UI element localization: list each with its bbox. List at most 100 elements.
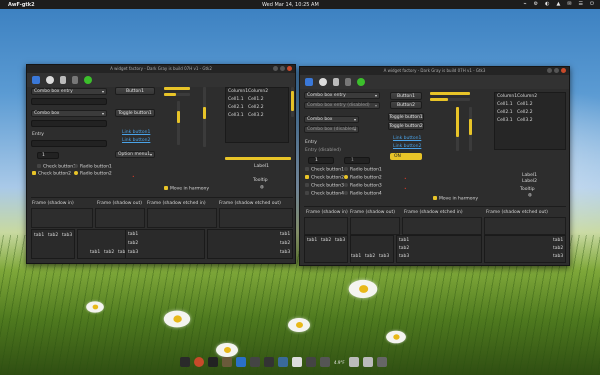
combo-box-entry[interactable]: Combo box entry <box>304 92 380 99</box>
radio-button-2[interactable]: Radio button2 <box>74 171 112 177</box>
tab[interactable]: tab2 <box>553 246 563 251</box>
hscale-2[interactable] <box>430 98 470 101</box>
tab[interactable]: tab3 <box>553 254 563 259</box>
tab[interactable]: tab3 <box>335 238 345 243</box>
column-header-1[interactable]: Column1 <box>228 89 248 94</box>
menu-icon[interactable]: ☰ <box>579 1 583 7</box>
tab[interactable]: tab2 <box>365 254 375 259</box>
weather-label[interactable]: 4.9°F <box>334 360 345 365</box>
cell[interactable]: Cell2.1 <box>228 105 244 110</box>
trash-icon[interactable] <box>376 357 387 367</box>
column-header-2[interactable]: Column2 <box>248 89 268 94</box>
tree-view[interactable]: Column1 Column2 Cell1.1 Cell1.2 Cell2.1 … <box>494 92 566 150</box>
refresh-icon[interactable] <box>46 76 54 84</box>
mail-icon[interactable] <box>264 357 274 367</box>
hscale-2[interactable] <box>164 93 190 96</box>
network-icon[interactable]: ⌁ <box>524 1 527 7</box>
close-icon[interactable] <box>561 68 566 73</box>
tab[interactable]: tab2 <box>104 250 114 255</box>
tab[interactable]: tab3 <box>128 250 138 255</box>
tab[interactable]: tab1 <box>128 232 138 237</box>
cell[interactable]: Cell3.1 <box>497 118 513 123</box>
forward-icon[interactable] <box>72 76 78 84</box>
link-button1[interactable]: Link button1 <box>393 136 421 141</box>
window-titlebar[interactable]: A widget factory - Dark Gray is build 07… <box>27 65 295 73</box>
toggle-button1[interactable]: Toggle button1 <box>388 113 424 121</box>
run-icon[interactable] <box>357 78 365 86</box>
tab[interactable]: tab1 <box>280 232 290 237</box>
info-icon[interactable] <box>362 357 373 367</box>
clock[interactable]: Wed Mar 14, 10:25 AM <box>262 2 319 8</box>
column-header-1[interactable]: Column1 <box>497 94 517 99</box>
radio-button-2[interactable]: Radio button2 <box>344 175 382 181</box>
tab[interactable]: tab1 <box>34 233 44 238</box>
vscale-1[interactable] <box>177 101 180 145</box>
vscale-2[interactable] <box>469 107 472 151</box>
check-button-2[interactable]: Check button2 <box>305 175 344 181</box>
help-icon[interactable] <box>348 357 359 367</box>
vscale-2[interactable] <box>203 87 206 147</box>
check-button-1[interactable]: Check button1 <box>305 167 344 173</box>
mail-icon[interactable]: ✉ <box>567 1 571 7</box>
cell[interactable]: Cell1.2 <box>517 102 533 107</box>
tab[interactable]: tab1 <box>351 254 361 259</box>
check-button-1[interactable]: Check button1 <box>37 164 76 170</box>
switch-on[interactable]: ON <box>390 153 422 160</box>
button1[interactable]: Button1 <box>115 87 155 95</box>
upload-icon[interactable]: ▲ <box>556 1 560 7</box>
cell[interactable]: Cell1.1 <box>497 102 513 107</box>
column-header-2[interactable]: Column2 <box>517 94 537 99</box>
browser-icon[interactable] <box>236 357 246 367</box>
link-button1[interactable]: Link button1 <box>122 130 150 135</box>
minimize-icon[interactable] <box>547 68 552 73</box>
combo-entry-field[interactable] <box>31 98 107 105</box>
tab[interactable]: tab1 <box>307 238 317 243</box>
combo-box-entry[interactable]: Combo box entry <box>31 88 107 95</box>
active-app-name[interactable]: AwF-gtk2 <box>8 2 35 8</box>
back-icon[interactable] <box>333 78 339 86</box>
entry-field[interactable] <box>31 140 107 147</box>
radio-button-1[interactable]: Radio button1 <box>74 164 112 170</box>
toggle-button2[interactable]: Toggle button2 <box>388 122 424 130</box>
settings-icon[interactable]: ⚙ <box>534 1 538 7</box>
tab[interactable]: tab2 <box>399 246 409 251</box>
refresh-icon[interactable] <box>319 78 327 86</box>
tab[interactable]: tab3 <box>280 250 290 255</box>
button1[interactable]: Button1 <box>390 92 422 100</box>
power-icon[interactable]: ⏻ <box>590 1 594 7</box>
vscale-1[interactable] <box>456 107 459 151</box>
display-icon[interactable]: ◐ <box>545 1 549 7</box>
check-button-2[interactable]: Check button2 <box>32 171 71 177</box>
tab[interactable]: tab1 <box>399 238 409 243</box>
cell[interactable]: Cell3.2 <box>248 113 264 118</box>
document-icon[interactable] <box>292 357 302 367</box>
scrollbar-v[interactable] <box>291 87 294 117</box>
radio-button-1[interactable]: Radio button1 <box>344 167 382 173</box>
tab[interactable]: tab3 <box>399 254 409 259</box>
combo-box[interactable]: Combo box <box>304 116 359 123</box>
cell[interactable]: Cell1.2 <box>248 97 264 102</box>
photos-icon[interactable] <box>250 357 260 367</box>
window-titlebar[interactable]: A widget factory - Dark Gray is build 07… <box>300 67 569 75</box>
cell[interactable]: Cell1.1 <box>228 97 244 102</box>
tab[interactable]: tab2 <box>48 233 58 238</box>
tab[interactable]: tab3 <box>62 233 72 238</box>
option-menu[interactable]: Option menu1 <box>115 151 155 158</box>
forward-icon[interactable] <box>345 78 351 86</box>
tab[interactable]: tab3 <box>379 254 389 259</box>
move-in-harmony-check[interactable]: Move in harmony <box>164 186 209 192</box>
spin-button[interactable]: 1 <box>308 157 334 164</box>
ubuntu-icon[interactable] <box>194 357 204 367</box>
terminal-icon[interactable] <box>208 357 218 367</box>
minimize-icon[interactable] <box>273 66 278 71</box>
link-button2[interactable]: Link button2 <box>393 144 421 149</box>
close-icon[interactable] <box>287 66 292 71</box>
entry-field-top[interactable] <box>31 120 107 127</box>
run-icon[interactable] <box>84 76 92 84</box>
scrollbar-h[interactable] <box>225 157 291 160</box>
toggle-button1[interactable]: Toggle button1 <box>115 109 155 117</box>
move-in-harmony-check[interactable]: Move in harmony <box>433 196 478 202</box>
cell[interactable]: Cell2.2 <box>248 105 264 110</box>
button2[interactable]: Button2 <box>390 101 422 109</box>
cell[interactable]: Cell2.2 <box>517 110 533 115</box>
